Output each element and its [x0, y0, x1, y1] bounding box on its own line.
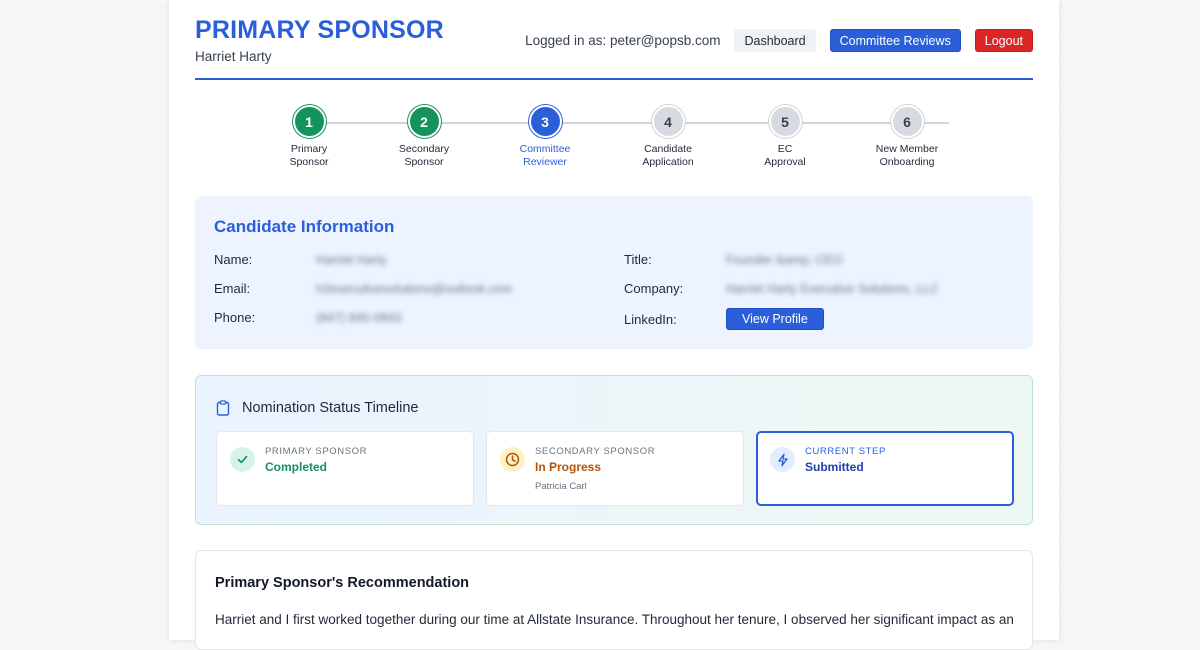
step-number: 2 — [407, 105, 441, 138]
timeline-card-current: CURRENT STEP Submitted — [756, 431, 1014, 506]
nomination-timeline: Nomination Status Timeline PRIMARY SPONS… — [195, 375, 1033, 525]
candidate-info-title: Candidate Information — [214, 217, 395, 236]
logout-button[interactable]: Logout — [974, 29, 1033, 52]
bolt-icon — [770, 447, 795, 472]
progress-stepper: 1 Primary Sponsor 2 Secondary Sponsor 3 … — [169, 105, 1059, 175]
step-label: Committee Reviewer — [500, 143, 590, 169]
step-label-line1: New Member — [875, 143, 939, 155]
step-number: 4 — [651, 105, 685, 138]
step-number: 3 — [528, 105, 562, 138]
recommendation-title: Primary Sponsor's Recommendation — [215, 575, 470, 591]
step-number: 1 — [292, 105, 326, 138]
step-label: Candidate Application — [623, 143, 713, 169]
timeline-card-primary: PRIMARY SPONSOR Completed — [216, 431, 474, 506]
step-label-line1: Secondary — [398, 143, 450, 155]
step-candidate-application: 4 Candidate Application — [623, 105, 713, 169]
step-label-line2: Onboarding — [879, 156, 935, 168]
clock-icon — [500, 447, 525, 472]
page-subtitle: Harriet Harty — [195, 49, 272, 64]
job-title-label: Title: — [624, 252, 652, 267]
timeline-card-person: Patricia Carl — [535, 481, 587, 492]
timeline-card-status: Submitted — [805, 460, 864, 474]
dashboard-button[interactable]: Dashboard — [734, 29, 816, 52]
name-label: Name: — [214, 252, 253, 267]
step-label: Secondary Sponsor — [379, 143, 469, 169]
phone-label: Phone: — [214, 310, 256, 325]
logged-in-text: Logged in as: peter@popsb.com — [525, 33, 721, 48]
header: PRIMARY SPONSOR Harriet Harty Logged in … — [195, 14, 1033, 80]
company-label: Company: — [624, 281, 684, 296]
step-label-line1: EC — [777, 143, 793, 155]
step-number: 5 — [768, 105, 802, 138]
step-label-line2: Sponsor — [404, 156, 444, 168]
recommendation-body: Harriet and I first worked together duri… — [215, 612, 1014, 627]
step-committee-reviewer: 3 Committee Reviewer — [500, 105, 590, 169]
step-label-line2: Sponsor — [289, 156, 329, 168]
step-ec-approval: 5 EC Approval — [740, 105, 830, 169]
step-label-line1: Committee — [519, 143, 571, 155]
linkedin-label: LinkedIn: — [624, 312, 677, 327]
step-new-member-onboarding: 6 New Member Onboarding — [862, 105, 952, 169]
timeline-card-status: In Progress — [535, 460, 602, 474]
timeline-card-caption: CURRENT STEP — [805, 446, 886, 457]
step-label: Primary Sponsor — [264, 143, 354, 169]
timeline-card-status: Completed — [265, 460, 328, 474]
page-title: PRIMARY SPONSOR — [195, 16, 444, 44]
job-title-value: Founder &amp; CEO — [726, 253, 843, 267]
timeline-card-caption: PRIMARY SPONSOR — [265, 446, 368, 457]
view-profile-button[interactable]: View Profile — [726, 308, 824, 330]
step-label: New Member Onboarding — [862, 143, 952, 169]
step-label-line2: Application — [642, 156, 694, 168]
timeline-title: Nomination Status Timeline — [242, 400, 419, 416]
header-actions: Logged in as: peter@popsb.com Dashboard … — [525, 29, 1033, 52]
step-label-line1: Candidate — [644, 143, 692, 155]
page-container: PRIMARY SPONSOR Harriet Harty Logged in … — [169, 0, 1059, 650]
committee-reviews-button[interactable]: Committee Reviews — [829, 29, 961, 52]
candidate-info-panel: Candidate Information Name: Harriet Hart… — [195, 196, 1033, 349]
step-label: EC Approval — [740, 143, 830, 169]
email-label: Email: — [214, 281, 251, 296]
phone-value: (847) 845-0843 — [316, 311, 402, 325]
email-value: h2executivesolutions@outlook.com — [316, 282, 513, 296]
clipboard-icon — [216, 400, 230, 416]
step-number: 6 — [890, 105, 924, 138]
company-value: Harriet Harty Executive Solutions, LLC — [726, 282, 940, 296]
timeline-card-caption: SECONDARY SPONSOR — [535, 446, 656, 457]
step-label-line2: Reviewer — [523, 156, 567, 168]
timeline-card-secondary: SECONDARY SPONSOR In Progress Patricia C… — [486, 431, 744, 506]
step-secondary-sponsor: 2 Secondary Sponsor — [379, 105, 469, 169]
step-label-line1: Primary — [290, 143, 328, 155]
recommendation-panel: Primary Sponsor's Recommendation Harriet… — [195, 550, 1033, 650]
check-icon — [230, 447, 255, 472]
step-label-line2: Approval — [764, 156, 806, 168]
step-primary-sponsor: 1 Primary Sponsor — [264, 105, 354, 169]
name-value: Harriet Harty — [316, 253, 387, 267]
